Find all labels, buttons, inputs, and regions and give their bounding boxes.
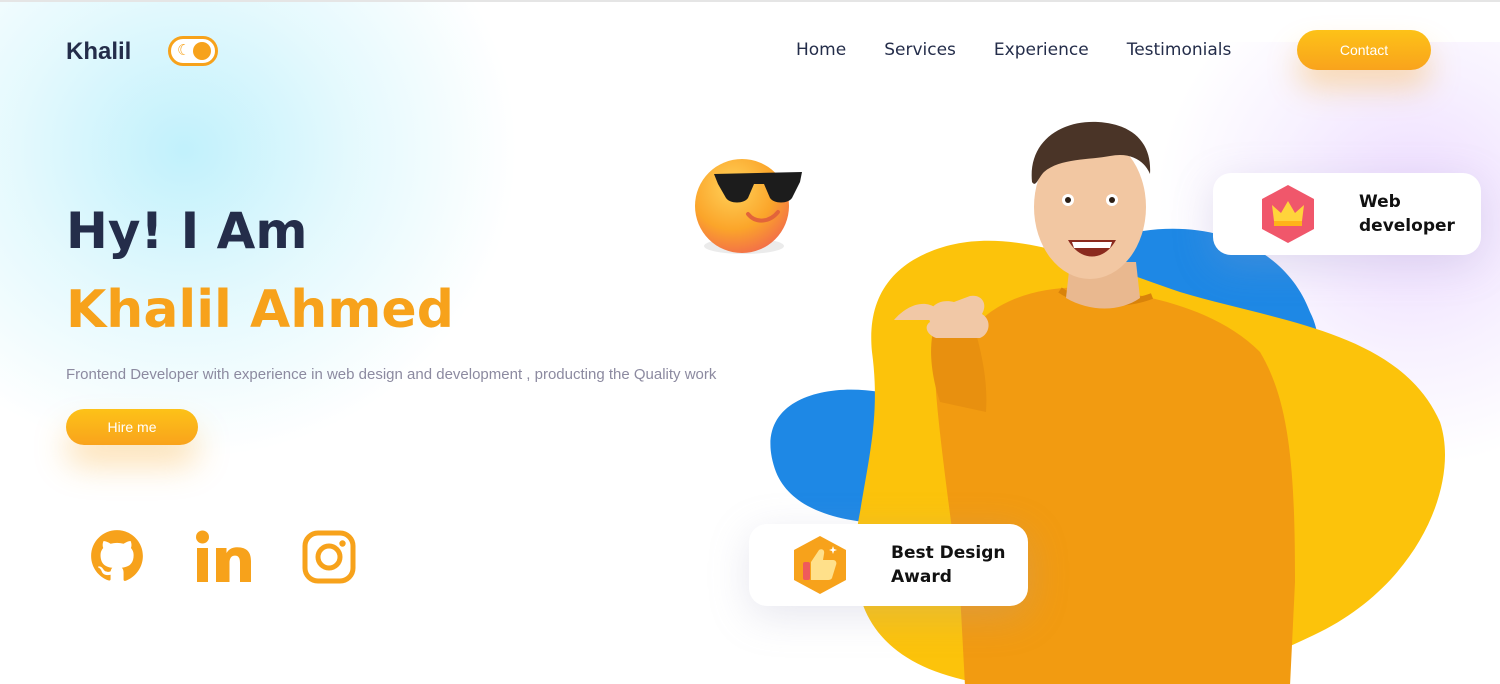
main-nav: Home Services Experience Testimonials	[796, 40, 1269, 60]
badge-web-developer: Web developer	[1213, 173, 1481, 255]
page: Khalil ☾ Home Services Experience Testim…	[0, 0, 1500, 684]
nav-home[interactable]: Home	[796, 40, 846, 60]
github-icon[interactable]	[90, 528, 144, 584]
contact-button[interactable]: Contact	[1297, 30, 1431, 70]
nav-experience[interactable]: Experience	[994, 40, 1089, 60]
thumbs-up-icon	[794, 536, 846, 594]
linkedin-icon[interactable]	[195, 530, 253, 584]
instagram-icon[interactable]	[302, 530, 356, 584]
badge-web-label: Web developer	[1359, 192, 1455, 236]
toggle-knob	[193, 42, 211, 60]
hero-description: Frontend Developer with experience in we…	[66, 366, 717, 383]
moon-icon: ☾	[177, 42, 191, 59]
crown-icon	[1262, 185, 1314, 243]
badge-best-design: Best Design Award	[749, 524, 1028, 606]
nav-services[interactable]: Services	[884, 40, 956, 60]
hire-me-button[interactable]: Hire me	[66, 409, 198, 445]
logo[interactable]: Khalil	[66, 38, 131, 66]
theme-toggle[interactable]: ☾	[168, 36, 218, 66]
badge-award-label: Best Design Award	[891, 543, 1006, 587]
hero-name: Khalil Ahmed	[66, 280, 454, 340]
nav-testimonials[interactable]: Testimonials	[1127, 40, 1232, 60]
hero-greeting: Hy! I Am	[66, 202, 308, 260]
